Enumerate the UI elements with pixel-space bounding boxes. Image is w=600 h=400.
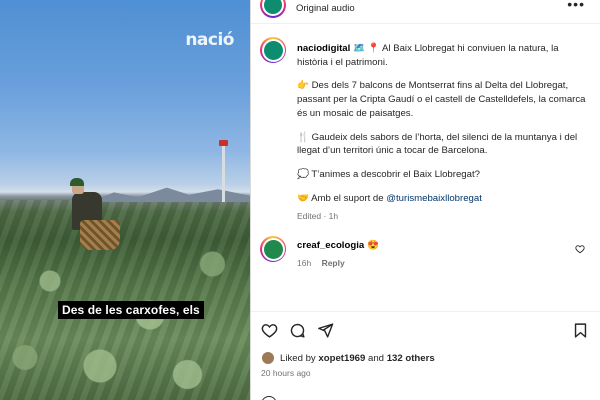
post-header: Original audio ••• — [251, 0, 600, 24]
reply-button[interactable]: Reply — [322, 258, 345, 268]
caption-para5: 🤝 Amb el suport de — [297, 192, 384, 204]
caption-para2: 👉 Des dels 7 balcons de Montserrat fins … — [297, 80, 586, 119]
liked-by-user[interactable]: xopet1969 — [318, 353, 365, 364]
post-author-avatar[interactable] — [260, 37, 286, 63]
post-panel: Original audio ••• naciodigital 🗺️ 📍 Al B… — [250, 0, 600, 400]
liked-by-prefix: Liked by — [280, 352, 316, 364]
audio-label[interactable]: Original audio — [296, 3, 355, 14]
like-heart-icon[interactable] — [261, 322, 278, 339]
comment-time: 16h — [297, 258, 312, 268]
post-username[interactable]: naciodigital — [297, 43, 350, 54]
header-avatar[interactable] — [260, 0, 286, 18]
commenter-avatar[interactable] — [260, 236, 286, 262]
video-subtitle: Des de les carxofes, els — [58, 301, 204, 319]
more-horizontal-icon[interactable]: ••• — [567, 0, 585, 12]
caption-para3: 🍴 Gaudeix dels sabors de l’horta, del si… — [297, 131, 578, 157]
comment-username[interactable]: creaf_ecologia — [297, 240, 364, 251]
comment-bubble-icon[interactable] — [289, 322, 306, 339]
liked-by-line: Liked by xopet1969 and 132 others — [261, 351, 435, 365]
mountains — [90, 187, 250, 202]
comment-item: creaf_ecologia 😍 16h Reply — [260, 236, 595, 268]
edited-timestamp: Edited · 1h — [297, 211, 339, 221]
caption-para4: 💭 T’animes a descobrir el Baix Llobregat… — [297, 168, 480, 180]
comment-text: 😍 — [367, 240, 380, 251]
like-comment-heart-icon[interactable] — [575, 244, 585, 254]
reel-video[interactable]: nació Des de les carxofes, els — [0, 0, 250, 400]
post-time: 20 hours ago — [261, 368, 311, 378]
mention-link[interactable]: @turismebaixllobregat — [386, 193, 482, 204]
liked-by-others[interactable]: 132 others — [387, 353, 435, 364]
share-paper-plane-icon[interactable] — [317, 322, 334, 339]
wicker-basket — [80, 220, 120, 250]
post-caption: naciodigital 🗺️ 📍 Al Baix Llobregat hi co… — [297, 42, 589, 215]
antenna-tower — [219, 140, 228, 202]
video-watermark: nació — [185, 30, 234, 50]
actions-bar: Liked by xopet1969 and 132 others 20 hou… — [251, 311, 600, 397]
save-bookmark-icon[interactable] — [572, 322, 589, 339]
liker-avatar[interactable] — [261, 351, 275, 365]
liked-by-and: and — [368, 352, 385, 364]
